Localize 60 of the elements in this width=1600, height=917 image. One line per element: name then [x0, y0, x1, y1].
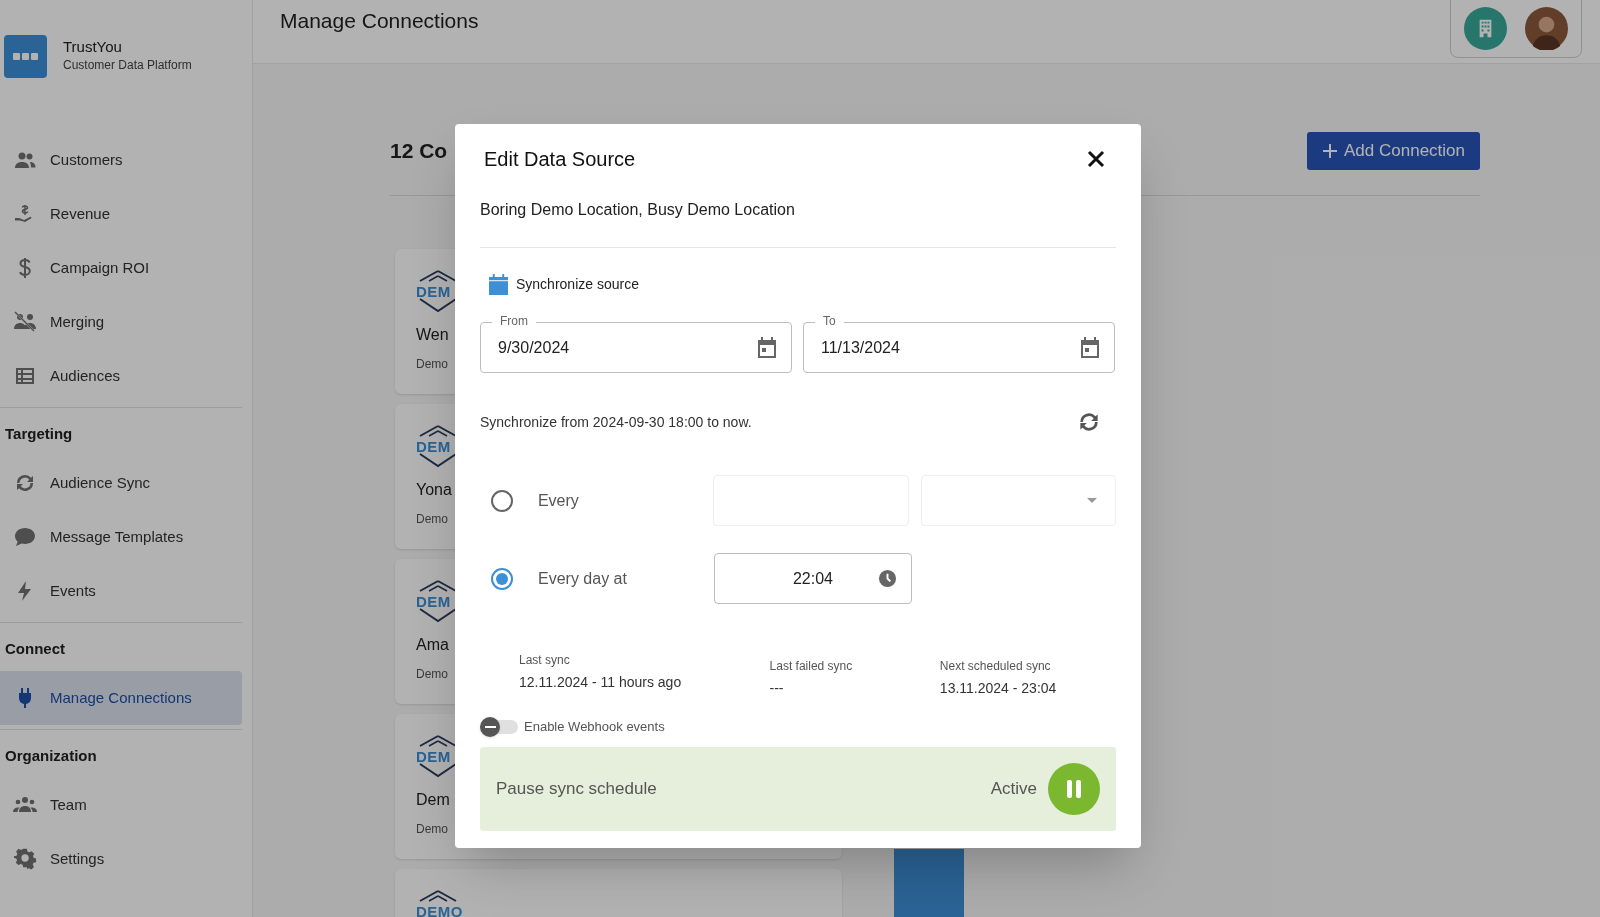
nav-item[interactable]: Manage Connections [0, 671, 242, 725]
clock-icon[interactable] [878, 569, 897, 588]
section-heading: Targeting [4, 423, 74, 444]
calendar-icon[interactable] [757, 336, 777, 359]
nav-item[interactable]: Campaign ROI [0, 241, 242, 295]
crossed-people-icon [12, 310, 38, 334]
radio-label: Every [536, 490, 580, 511]
stat-label: Next scheduled sync [939, 658, 1052, 674]
building-icon[interactable] [1464, 7, 1507, 50]
count-heading: 12 Co [390, 138, 448, 165]
dialog-title: Edit Data Source [484, 147, 636, 172]
dialog-subtitle: Boring Demo Location, Busy Demo Location [480, 200, 796, 220]
app-subtitle: Customer Data Platform [63, 57, 192, 73]
nav-item[interactable]: Audience Sync [0, 456, 242, 510]
add-connection-button[interactable]: Add Connection [1307, 132, 1480, 170]
nav-item[interactable]: Customers [0, 133, 242, 187]
stat-label: Last sync [519, 652, 571, 668]
radio-button[interactable] [491, 567, 513, 590]
nav-item[interactable]: Audiences [0, 349, 242, 403]
settings-icon [12, 847, 38, 871]
nav-item[interactable]: Team [0, 778, 242, 832]
card-title: Ama [416, 635, 449, 655]
card-subtitle: Demo [416, 666, 448, 683]
panel-label: Pause sync schedule [496, 778, 657, 801]
calendar-icon [489, 273, 508, 295]
card-subtitle: Demo [416, 511, 448, 528]
card-subtitle: Demo [416, 356, 448, 373]
stat-value: 12.11.2024 - 11 hours ago [519, 673, 683, 691]
radio-label: Every day at [537, 568, 628, 589]
sync-note: Synchronize from 2024-09-30 18:00 to now. [480, 412, 752, 432]
nav-item[interactable]: Merging [0, 295, 242, 349]
card-subtitle: Demo [416, 821, 448, 838]
app-name: TrustYou [63, 37, 123, 57]
status-label: Active [990, 778, 1037, 801]
radio-button[interactable] [491, 489, 513, 512]
toggle-label: Enable Webhook events [524, 718, 665, 737]
page-title: Manage Connections [280, 7, 479, 34]
stat-label: Last failed sync [769, 658, 854, 674]
demo-logo: DEMO [416, 889, 460, 917]
nav-item[interactable]: Revenue [0, 187, 242, 241]
time-field[interactable]: 22:04 [714, 553, 912, 604]
card-title: Yona [416, 480, 452, 500]
section-title: Synchronize source [516, 274, 639, 294]
webhook-toggle[interactable] [480, 717, 518, 737]
nav-item[interactable]: Events [0, 564, 242, 618]
pause-icon [1064, 779, 1084, 799]
chat-bubble-icon [12, 525, 38, 549]
card-title: Wen [416, 325, 449, 345]
stat-value: 13.11.2024 - 23:04 [939, 679, 1058, 697]
nav-item[interactable]: Settings [0, 832, 242, 886]
nav-item[interactable]: Message Templates [0, 510, 242, 564]
caret-icon [1087, 498, 1097, 503]
plus-icon [1322, 143, 1338, 159]
stat-value: --- [769, 679, 785, 697]
calendar-icon[interactable] [1080, 336, 1100, 359]
app-logo [4, 35, 47, 78]
card-title: Dem [416, 790, 450, 810]
section-heading: Organization [4, 745, 98, 766]
section-heading: Connect [4, 638, 66, 659]
user-avatar[interactable] [1525, 7, 1568, 50]
